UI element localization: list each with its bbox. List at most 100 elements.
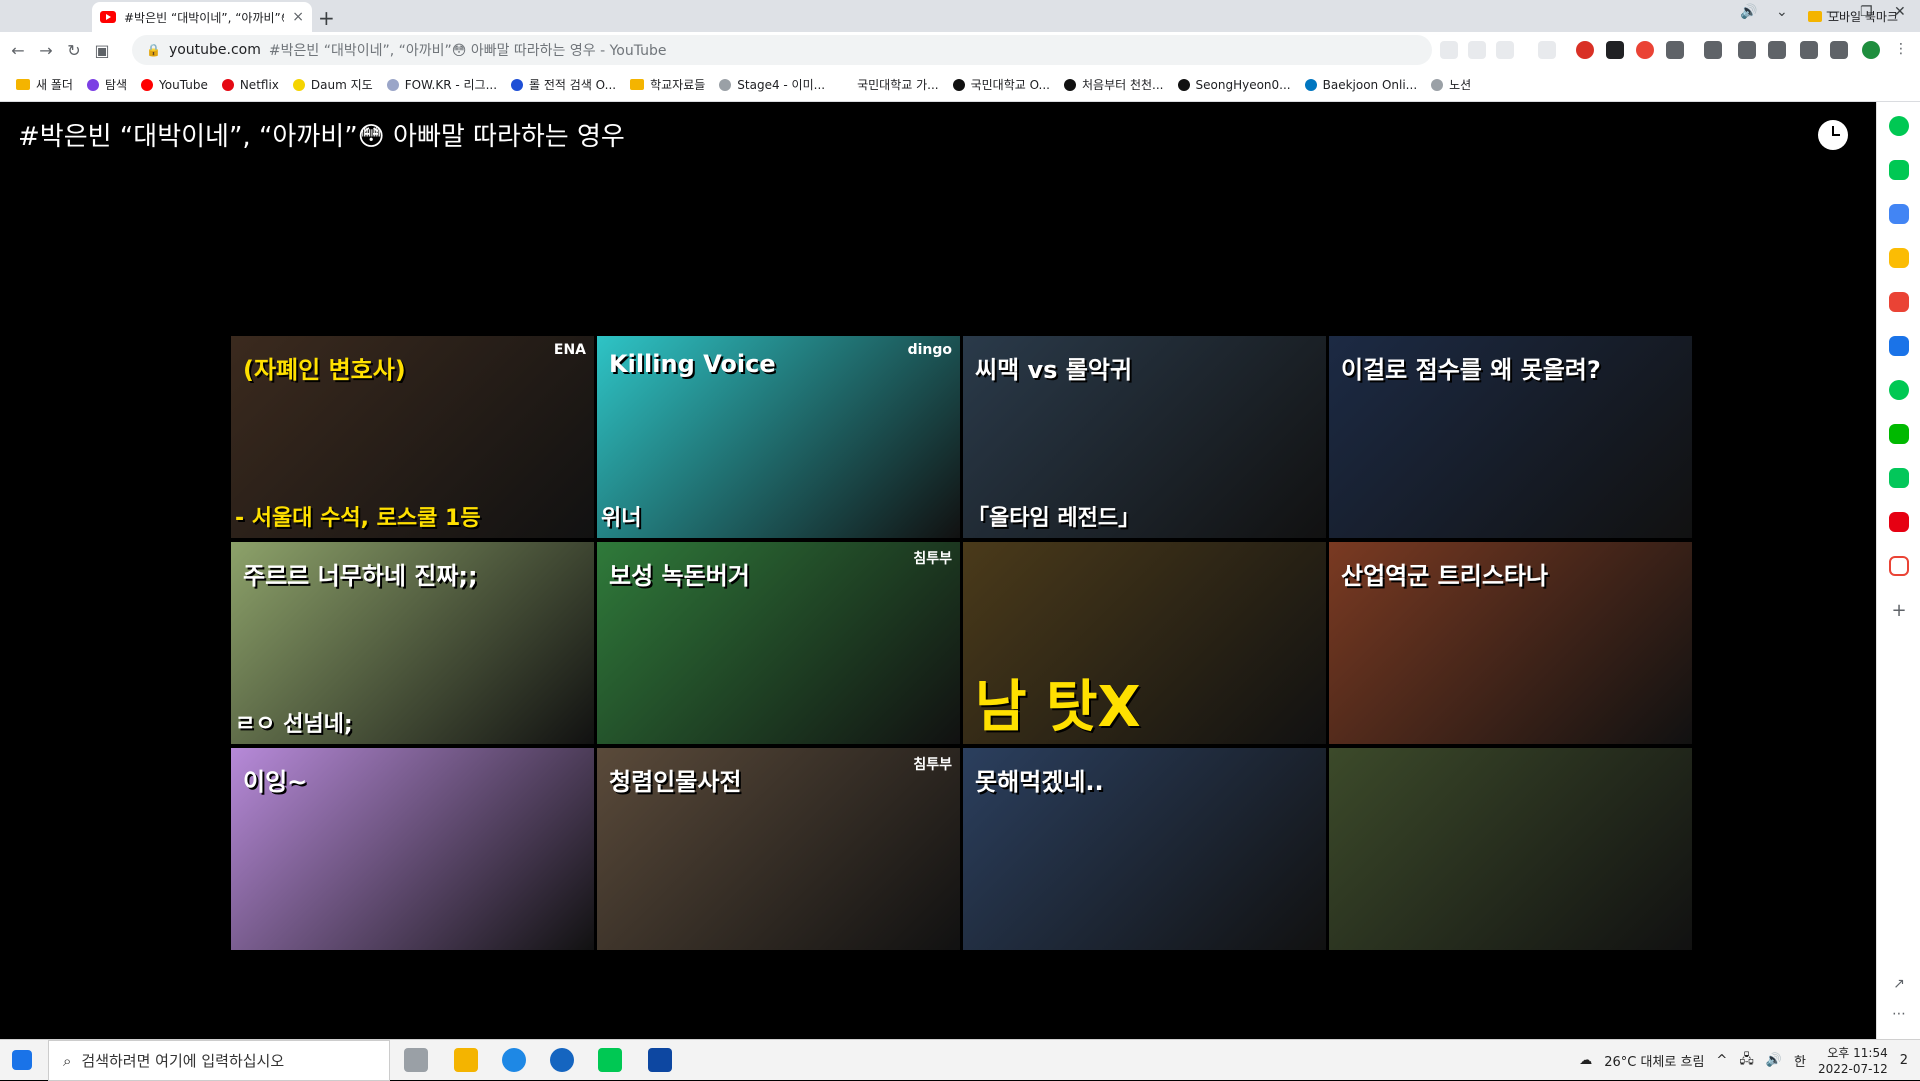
bookmark-item[interactable]: 롤 전적 검색 O... <box>511 76 616 93</box>
tray-chevron-icon[interactable]: ^ <box>1716 1053 1727 1068</box>
bookmark-label: 학교자료들 <box>650 78 706 92</box>
chrome-taskbar-icon[interactable] <box>502 1048 526 1072</box>
address-bar[interactable]: 🔒 youtube.com #박은빈 “대박이네”, “아까비”😳 아빠말 따라… <box>132 35 1432 65</box>
chevron-down-icon[interactable]: ⌄ <box>1776 4 1788 20</box>
sidebar-news-icon[interactable] <box>1889 512 1909 532</box>
suggested-video-thumbnail[interactable]: 남 탓X <box>963 542 1326 744</box>
bookmark-item[interactable]: Stage4 - 이미... <box>719 76 825 93</box>
suggested-video-thumbnail[interactable]: 침투부 보성 녹돈버거 <box>597 542 960 744</box>
side-panel-icon[interactable] <box>1830 41 1848 59</box>
bookmark-item[interactable]: SeongHyeon0... <box>1177 78 1291 92</box>
bookmark-item[interactable]: Baekjoon Onli... <box>1304 77 1418 92</box>
suggested-video-thumbnail[interactable]: 주르르 너무하네 진짜;; ㄹㅇ 선넘네; <box>231 542 594 744</box>
suggested-video-thumbnail[interactable]: 이잉~ <box>231 748 594 950</box>
adblock-extension-icon[interactable] <box>1576 41 1594 59</box>
sidebar-webtoon-icon[interactable] <box>1889 424 1909 444</box>
watch-later-clock-icon[interactable] <box>1818 120 1848 150</box>
reading-list-icon[interactable] <box>1704 41 1722 59</box>
sidebar-add-icon[interactable]: + <box>1889 600 1909 621</box>
back-button[interactable]: ← <box>4 41 32 60</box>
bookmark-star-icon[interactable] <box>1538 41 1556 59</box>
extensions-puzzle-icon[interactable] <box>1666 41 1684 59</box>
forward-button[interactable]: → <box>32 41 60 60</box>
bookmark-item[interactable]: Daum 지도 <box>292 76 373 93</box>
thumbnail-subcaption: 위너 <box>601 506 642 531</box>
screenshot-icon[interactable] <box>1800 41 1818 59</box>
bookmark-item[interactable]: 국민대학교 가... <box>839 76 939 93</box>
sidebar-play-icon[interactable] <box>1889 380 1909 400</box>
sidebar-calendar-icon[interactable] <box>1889 204 1909 224</box>
maps-taskbar-icon[interactable] <box>550 1048 574 1072</box>
sidebar-naver-icon[interactable] <box>1889 468 1909 488</box>
suggested-video-thumbnail[interactable] <box>1329 748 1692 950</box>
pycharm-taskbar-icon[interactable] <box>598 1048 622 1072</box>
taskbar-search-input[interactable]: 검색하려면 여기에 입력하십시오 <box>81 1050 284 1071</box>
bookmark-item[interactable]: FOW.KR - 리그... <box>386 76 497 93</box>
youtube-icon <box>100 11 116 23</box>
lock-icon: 🔒 <box>146 43 161 57</box>
zoom-icon[interactable] <box>1496 41 1514 59</box>
suggested-video-thumbnail[interactable]: 씨맥 vs 롤악귀 「올타임 레전드」 <box>963 336 1326 538</box>
sidebar-pocket-icon[interactable] <box>1889 292 1909 312</box>
sidebar-star-icon[interactable] <box>1889 248 1909 268</box>
thumbnail-caption: 주르르 너무하네 진짜;; <box>243 562 478 590</box>
reload-button[interactable]: ↻ <box>60 41 88 60</box>
task-view-icon[interactable] <box>404 1048 428 1072</box>
bookmark-label: Baekjoon Onli... <box>1322 77 1418 92</box>
cast-icon[interactable] <box>1768 41 1786 59</box>
sidebar-app-icon[interactable] <box>1889 336 1909 356</box>
weather-icon[interactable]: ☁ <box>1579 1053 1592 1068</box>
share-icon[interactable] <box>1440 41 1458 59</box>
bookmark-item[interactable]: 처음부터 천천... <box>1064 76 1164 93</box>
speaker-icon[interactable]: 🔊 <box>1766 1053 1782 1068</box>
bookmark-item[interactable]: Netflix <box>221 78 279 92</box>
video-title[interactable]: #박은빈 “대박이네”, “아까비”😳 아빠말 따라하는 영우 <box>18 116 625 153</box>
bookmark-item[interactable]: YouTube <box>141 78 208 92</box>
sidebar-app-icon[interactable] <box>1889 116 1909 136</box>
suggested-video-thumbnail[interactable]: dingo Killing Voice 위너 <box>597 336 960 538</box>
daum-icon <box>292 78 305 91</box>
menu-icon[interactable]: ⋮ <box>1894 41 1912 59</box>
clock-time: 오후 11:54 <box>1827 1045 1888 1060</box>
suggested-video-thumbnail[interactable]: ENA (자폐인 변호사) - 서울대 수석, 로스쿨 1등 <box>231 336 594 538</box>
suggested-video-thumbnail[interactable]: 이걸로 점수를 왜 못올려? <box>1329 336 1692 538</box>
suggested-video-thumbnail[interactable]: 산업역군 트리스타나 <box>1329 542 1692 744</box>
folder-icon <box>1807 11 1822 22</box>
taskbar-search[interactable]: ⌕ 검색하려면 여기에 입력하십시오 <box>48 1040 390 1081</box>
weather-text[interactable]: 26°C 대체로 흐림 <box>1604 1051 1704 1070</box>
bookmark-item[interactable]: 새 폴더 <box>16 76 73 93</box>
file-explorer-icon[interactable] <box>454 1048 478 1072</box>
profile-avatar[interactable] <box>1862 41 1880 59</box>
url-path: #박은빈 “대박이네”, “아까비”😳 아빠말 따라하는 영우 - YouTub… <box>268 43 667 59</box>
download-icon[interactable] <box>1738 41 1756 59</box>
tab-close-button[interactable]: × <box>292 9 304 25</box>
clock[interactable]: 오후 11:54 2022-07-12 <box>1818 1045 1888 1077</box>
windows-start-icon[interactable] <box>12 1050 32 1070</box>
new-tab-button[interactable]: + <box>318 6 335 30</box>
suggested-video-thumbnail[interactable]: 못해먹겠네.. <box>963 748 1326 950</box>
thumbnail-caption: 이걸로 점수를 왜 못올려? <box>1341 356 1601 384</box>
open-external-icon[interactable]: ↗ <box>1889 976 1909 996</box>
notification-badge[interactable]: 2 <box>1900 1053 1908 1068</box>
install-icon[interactable] <box>1468 41 1486 59</box>
thumbnail-caption: (자폐인 변호사) <box>243 356 406 384</box>
extension-m-icon[interactable] <box>1636 41 1654 59</box>
camera-extension-icon[interactable] <box>1606 41 1624 59</box>
bookmark-item[interactable]: 노션 <box>1431 76 1471 93</box>
suggested-video-thumbnail[interactable]: 침투부 청렴인물사전 <box>597 748 960 950</box>
network-icon[interactable]: 🖧 <box>1739 1050 1754 1072</box>
sidebar-gmail-icon[interactable] <box>1889 556 1909 576</box>
bookmark-item[interactable]: 학교자료들 <box>630 76 705 93</box>
mobile-bookmarks[interactable]: 모바일 북마크 <box>1807 8 1898 25</box>
tab-active[interactable]: #박은빈 “대박이네”, “아까비”😳 × <box>92 2 312 32</box>
volume-icon[interactable]: 🔊 <box>1740 4 1757 20</box>
ime-indicator[interactable]: 한 <box>1794 1051 1806 1070</box>
feather-app-icon[interactable] <box>648 1048 672 1072</box>
reader-icon[interactable]: ▣ <box>88 41 116 60</box>
bookmark-item[interactable]: 국민대학교 O... <box>952 76 1050 93</box>
sidebar-chat-icon[interactable] <box>1889 160 1909 180</box>
more-icon[interactable]: ⋯ <box>1889 1006 1909 1026</box>
bookmark-item[interactable]: 탐색 <box>86 76 127 93</box>
end-screen-suggestions: ENA (자폐인 변호사) - 서울대 수석, 로스쿨 1등 dingo Killing… <box>231 336 1692 950</box>
video-player[interactable]: #박은빈 “대박이네”, “아까비”😳 아빠말 따라하는 영우 ENA (자폐인 … <box>0 102 1876 1039</box>
